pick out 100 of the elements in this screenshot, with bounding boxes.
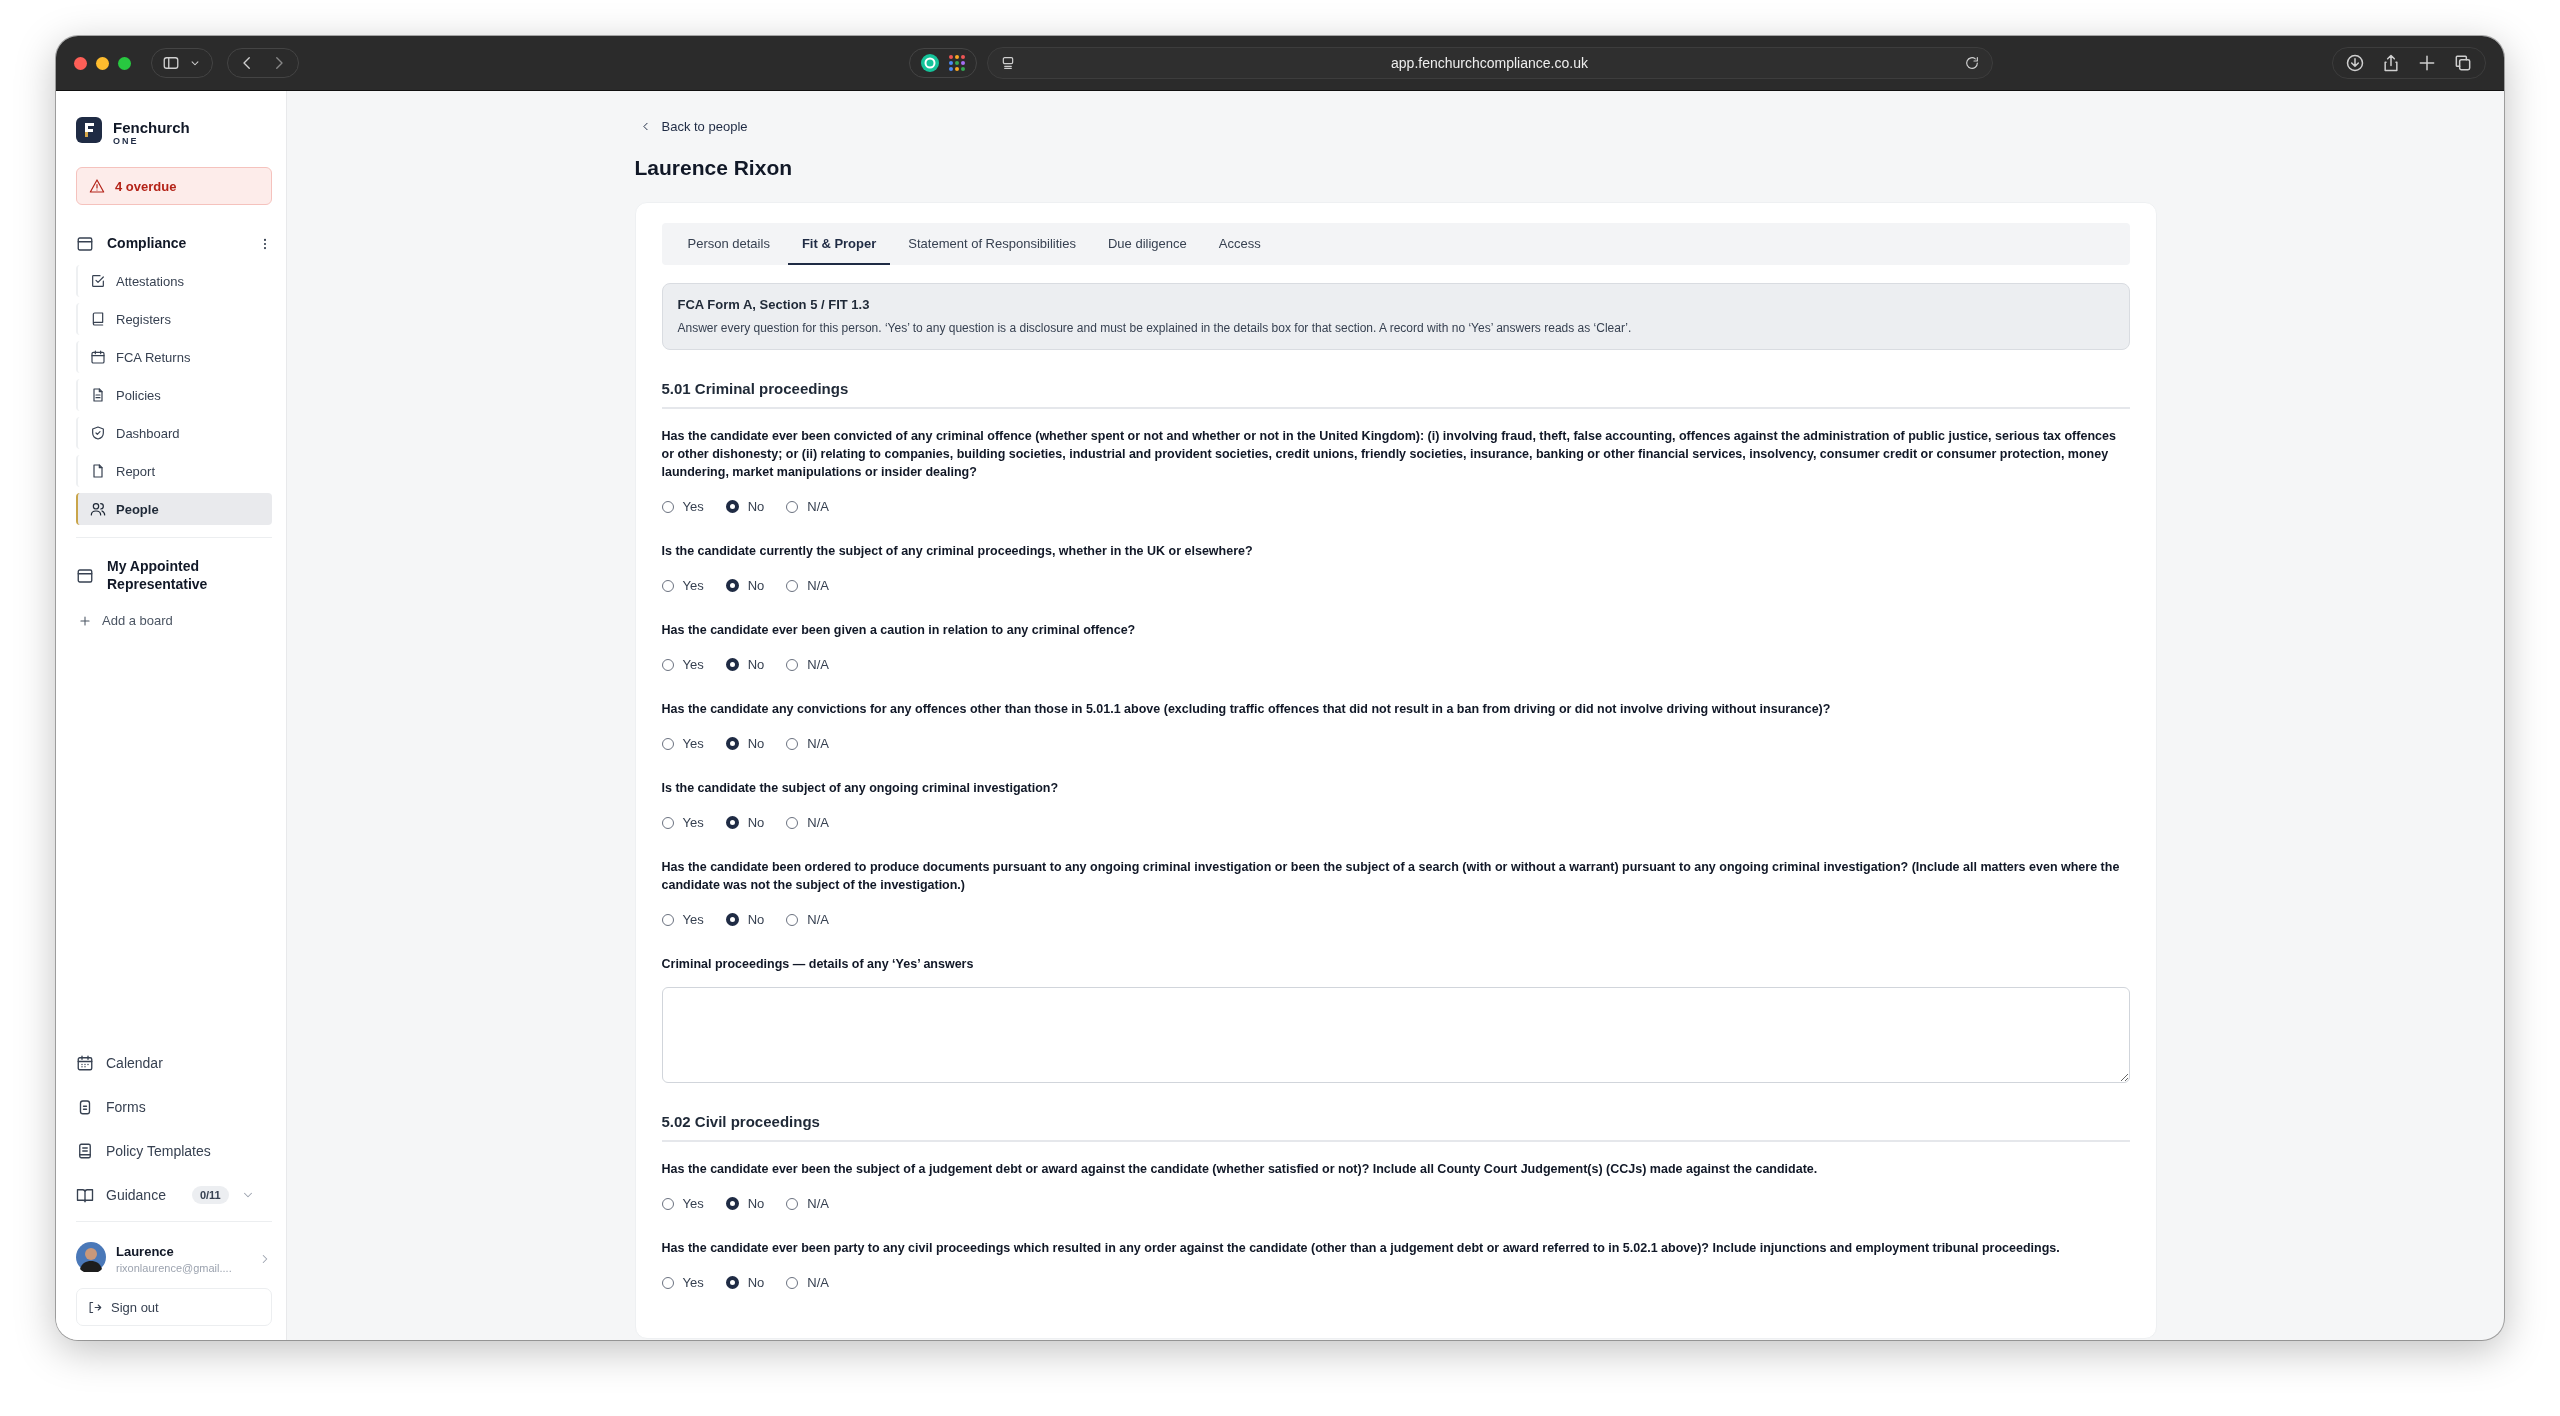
nav-item[interactable]: Calendar xyxy=(76,1041,272,1085)
page-title: Laurence Rixon xyxy=(634,156,794,180)
sign-out-button[interactable]: Sign out xyxy=(76,1288,272,1326)
add-board-button[interactable]: Add a board xyxy=(76,601,272,628)
nav-item[interactable]: Dashboard xyxy=(76,417,272,449)
tab[interactable]: Fit & Proper xyxy=(787,223,891,265)
question-text: Is the candidate currently the subject of any criminal proceedings, whether in the UK or elsewhere? xyxy=(661,543,1254,560)
zoom-button[interactable] xyxy=(118,56,131,70)
question-text: Has the candidate been ordered to produce documents pursuant to any ongoing criminal investigation or been the subject of a search (with or without a warrant) pursuant to any ongoing criminal investigation? (Include all matters even where the candidate was not the subject of the investigation.) xyxy=(661,859,2121,894)
section-heading: 5.02 Civil proceedings xyxy=(661,1113,2130,1142)
extension-icon[interactable] xyxy=(919,53,940,73)
option-label: N/A xyxy=(807,1196,829,1211)
board-icon xyxy=(76,235,94,253)
nav-item[interactable]: Attestations xyxy=(76,265,272,297)
plus-icon xyxy=(78,613,92,628)
brand-name: Fenchurch xyxy=(113,118,190,136)
tab[interactable]: Statement of Responsibilities xyxy=(894,223,1090,265)
minimize-button[interactable] xyxy=(96,56,109,70)
board-icon xyxy=(76,566,94,585)
book-icon xyxy=(90,311,106,327)
radio-button[interactable] xyxy=(725,658,739,671)
nav-item[interactable]: Forms xyxy=(76,1085,272,1129)
option-label: No xyxy=(747,578,765,593)
question-text: Has the candidate any convictions for any offences other than those in 5.01.1 above (excluding traffic offences that did not result in a ban from driving or did not involve driving without insurance)? xyxy=(661,701,1832,718)
option-label: N/A xyxy=(807,736,829,751)
nav-item[interactable]: Registers xyxy=(76,303,272,335)
calendar-icon xyxy=(76,1054,94,1072)
option-label: No xyxy=(747,1196,765,1211)
nav-item[interactable]: FCA Returns xyxy=(76,341,272,373)
checkbox-icon xyxy=(90,273,106,289)
details-field[interactable] xyxy=(661,987,2130,1083)
apps-grid-icon[interactable] xyxy=(947,54,966,72)
back-link[interactable]: Back to people xyxy=(638,119,2157,134)
nav-item[interactable]: Policy Templates xyxy=(76,1129,272,1173)
option-label: Yes xyxy=(682,499,704,514)
field-label: Criminal proceedings — details of any ‘Yes’ answers xyxy=(661,956,975,973)
info-text: Answer every question for this person. ‘Yes’ to any question is a disclosure and must be explained in the details box for that section. A record with no ‘Yes’ answers reads as ‘Clear’. xyxy=(677,321,1633,335)
board-header[interactable]: Compliance xyxy=(76,227,272,261)
radio-button[interactable] xyxy=(725,816,739,829)
progress-badge: 0/11 xyxy=(191,1186,229,1204)
url-text: app.fenchurchcompliance.co.uk xyxy=(1390,55,1589,71)
user-email: rixonlaurence@gmail.... xyxy=(116,1262,233,1274)
nav-item[interactable]: Policies xyxy=(76,379,272,411)
close-button[interactable] xyxy=(74,56,87,70)
option-label: Yes xyxy=(682,1196,704,1211)
file-icon xyxy=(90,463,106,479)
document-icon xyxy=(90,387,106,403)
option-label: N/A xyxy=(807,912,829,927)
option-label: N/A xyxy=(807,657,829,672)
tabs-overview-icon[interactable] xyxy=(2453,53,2473,73)
address-bar[interactable]: app.fenchurchcompliance.co.uk xyxy=(986,47,1993,79)
radio-button[interactable] xyxy=(725,500,739,513)
reload-icon[interactable] xyxy=(1963,55,1980,71)
nav-item[interactable]: Guidance 0/11 xyxy=(76,1173,272,1217)
option-label: N/A xyxy=(807,1275,829,1290)
tab[interactable]: Person details xyxy=(673,223,784,265)
question-text: Is the candidate the subject of any ongoing criminal investigation? xyxy=(661,780,1060,797)
option-label: Yes xyxy=(682,578,704,593)
option-label: No xyxy=(747,815,765,830)
download-icon[interactable] xyxy=(2345,53,2365,73)
nav-item[interactable]: Report xyxy=(76,455,272,487)
info-title: FCA Form A, Section 5 / FIT 1.3 xyxy=(677,297,871,312)
radio-button[interactable] xyxy=(725,1197,739,1210)
option-label: Yes xyxy=(682,657,704,672)
nav-item[interactable]: People xyxy=(76,493,272,525)
radio-button[interactable] xyxy=(725,913,739,926)
option-label: No xyxy=(747,499,765,514)
template-icon xyxy=(76,1142,94,1160)
open-book-icon xyxy=(76,1186,94,1204)
people-icon xyxy=(90,501,106,517)
option-label: N/A xyxy=(807,578,829,593)
shield-icon xyxy=(90,425,106,441)
option-label: N/A xyxy=(807,815,829,830)
option-label: Yes xyxy=(682,815,704,830)
board-header[interactable]: My Appointed Representative xyxy=(76,550,272,601)
radio-button[interactable] xyxy=(725,737,739,750)
share-icon[interactable] xyxy=(2381,53,2401,73)
option-label: No xyxy=(747,1275,765,1290)
warning-icon xyxy=(89,178,105,194)
new-tab-icon[interactable] xyxy=(2417,53,2437,73)
calendar-icon xyxy=(90,349,106,365)
question-text: Has the candidate ever been given a caution in relation to any criminal offence? xyxy=(661,622,1137,639)
tab[interactable]: Due diligence xyxy=(1093,223,1201,265)
option-label: Yes xyxy=(682,736,704,751)
tab[interactable]: Access xyxy=(1204,223,1275,265)
brand-tagline: ONE xyxy=(113,135,140,146)
sign-out-icon xyxy=(87,1299,102,1315)
option-label: No xyxy=(747,657,765,672)
question-text: Has the candidate ever been party to any civil proceedings which resulted in any order against the candidate (other than a judgement debt or award referred to in 5.02.1 above)? Include injunctions and employment tribunal proceedings. xyxy=(661,1240,2061,1257)
radio-button[interactable] xyxy=(725,579,739,592)
question-text: Has the candidate ever been convicted of any criminal offence (whether spent or not and whether or not in the United Kingdom): (i) involving fraud, theft, false accounting, offences against the administration of public justice, serious tax offences or other dishonesty; or (ii) relating to companies, building societies, industrial and provident societies, credit unions, friendly societies, insurance, banking or other financial services, insolvency, consumer credit or consumer protection, money laundering, market manipulations or insider dealing? xyxy=(661,428,2117,481)
option-label: No xyxy=(747,736,765,751)
overdue-alert[interactable]: 4 overdue xyxy=(76,167,272,205)
user-profile[interactable]: Laurence rixonlaurence@gmail.... xyxy=(76,1234,272,1288)
user-name: Laurence xyxy=(116,1244,175,1259)
question-text: Has the candidate ever been the subject of a judgement debt or award against the candidate (whether satisfied or not)? Include all County Court Judgement(s) (CCJs) made against the candidate. xyxy=(661,1161,1819,1178)
option-label: Yes xyxy=(682,1275,704,1290)
option-label: Yes xyxy=(682,912,704,927)
radio-button[interactable] xyxy=(725,1276,739,1289)
option-label: No xyxy=(747,912,765,927)
